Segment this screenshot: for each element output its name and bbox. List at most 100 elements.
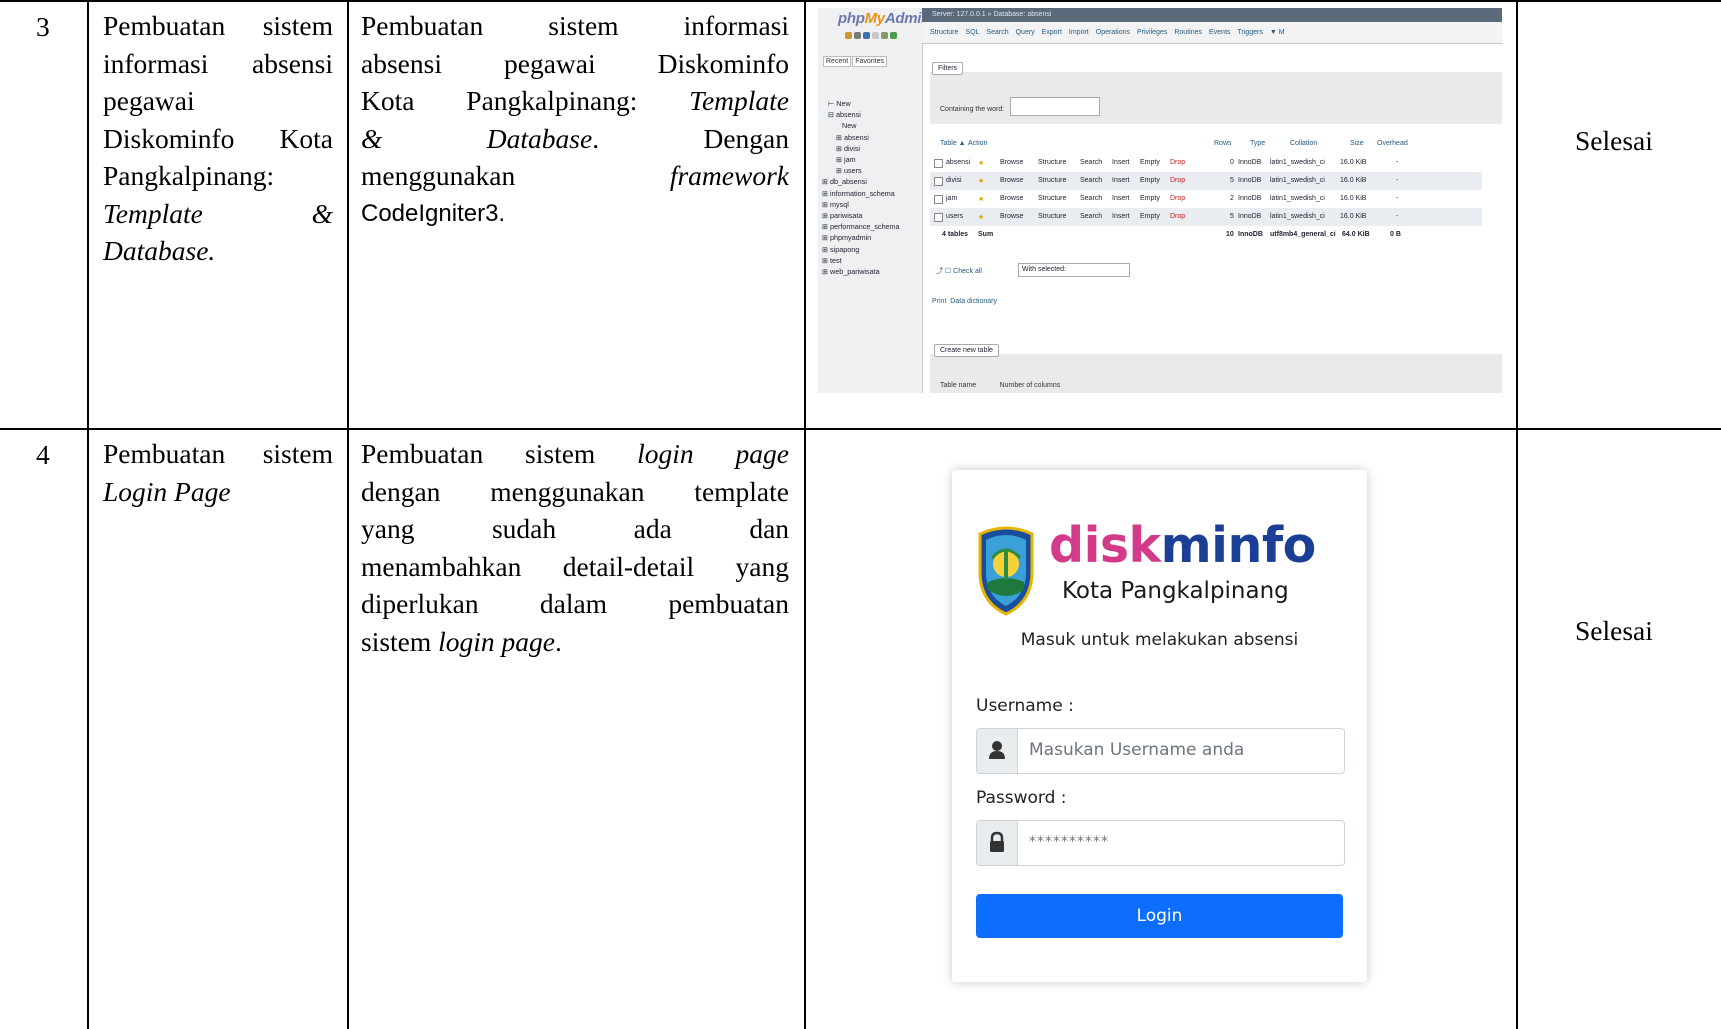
browse-link[interactable]: Browse xyxy=(1000,213,1023,220)
tree-item[interactable]: ⊞ pariwisata xyxy=(822,210,900,221)
star-icon[interactable]: ★ xyxy=(978,195,984,203)
empty-link[interactable]: Empty xyxy=(1140,213,1160,220)
tab-routines[interactable]: Routines xyxy=(1174,29,1202,36)
tree-item[interactable]: ⊞ mysql xyxy=(822,199,900,210)
exit-icon[interactable] xyxy=(854,32,861,39)
row-checkbox[interactable] xyxy=(934,177,943,186)
username-field[interactable]: Masukan Username anda xyxy=(976,728,1345,774)
tab-more[interactable]: ▼ M xyxy=(1270,29,1285,36)
diskominfo-wordmark: diskminfo xyxy=(1049,517,1316,574)
tab-sql[interactable]: SQL xyxy=(965,29,979,36)
search-link[interactable]: Search xyxy=(1080,177,1102,184)
tree-item[interactable]: ⊞ sipapong xyxy=(822,244,900,255)
settings-icon[interactable] xyxy=(881,32,888,39)
tree-item[interactable]: ⊞ web_pariwisata xyxy=(822,266,900,277)
browse-link[interactable]: Browse xyxy=(1000,159,1023,166)
empty-link[interactable]: Empty xyxy=(1140,177,1160,184)
tree-item[interactable]: ⊢ New xyxy=(822,98,900,109)
user-icon-addon xyxy=(977,729,1018,773)
tree-item[interactable]: ⊟ absensi xyxy=(822,109,900,120)
col-overhead[interactable]: Overhead xyxy=(1377,140,1408,147)
tab-export[interactable]: Export xyxy=(1042,29,1062,36)
tree-item[interactable]: ⊞ jam xyxy=(822,154,900,165)
col-size[interactable]: Size xyxy=(1350,140,1364,147)
col-type[interactable]: Type xyxy=(1250,140,1265,147)
col-rows[interactable]: Rows xyxy=(1214,140,1232,147)
pma-breadcrumb: Server: 127.0.0.1 » Database: absensi xyxy=(922,8,1502,22)
desc-line: & Database. Dengan xyxy=(361,120,789,158)
col-border-2 xyxy=(347,0,349,1029)
star-icon[interactable]: ★ xyxy=(978,177,984,185)
structure-link[interactable]: Structure xyxy=(1038,177,1066,184)
col-collation[interactable]: Collation xyxy=(1290,140,1317,147)
row-checkbox[interactable] xyxy=(934,159,943,168)
tab-query[interactable]: Query xyxy=(1016,29,1035,36)
tree-item[interactable]: ⊞ test xyxy=(822,255,900,266)
tree-item[interactable]: New xyxy=(822,120,900,131)
desc-word: . xyxy=(555,625,562,657)
tab-structure[interactable]: Structure xyxy=(930,29,958,36)
print-link[interactable]: Print xyxy=(932,298,946,305)
empty-link[interactable]: Empty xyxy=(1140,195,1160,202)
tree-item[interactable]: ⊞ performance_schema xyxy=(822,221,900,232)
tab-privileges[interactable]: Privileges xyxy=(1137,29,1167,36)
status-text: Selesai xyxy=(1575,125,1653,156)
tab-triggers[interactable]: Triggers xyxy=(1237,29,1262,36)
size: 16.0 KiB xyxy=(1340,177,1367,184)
data-dictionary-link[interactable]: Data dictionary xyxy=(950,298,997,305)
col-border-1 xyxy=(87,0,89,1029)
tab-import[interactable]: Import xyxy=(1069,29,1089,36)
table-name[interactable]: jam xyxy=(946,195,957,202)
table-name[interactable]: divisi xyxy=(946,177,962,184)
tab-recent[interactable]: Recent xyxy=(823,56,852,67)
tree-item[interactable]: ⊞ users xyxy=(822,165,900,176)
insert-link[interactable]: Insert xyxy=(1112,213,1130,220)
search-link[interactable]: Search xyxy=(1080,195,1102,202)
insert-link[interactable]: Insert xyxy=(1112,159,1130,166)
browse-link[interactable]: Browse xyxy=(1000,177,1023,184)
copy-icon[interactable] xyxy=(872,32,879,39)
search-link[interactable]: Search xyxy=(1080,159,1102,166)
drop-link[interactable]: Drop xyxy=(1170,195,1185,202)
empty-link[interactable]: Empty xyxy=(1140,159,1160,166)
tree-item[interactable]: ⊞ db_absensi xyxy=(822,176,900,187)
tree-item[interactable]: ⊞ phpmyadmin xyxy=(822,232,900,243)
task-cell: Pembuatan sistem informasi absensi pegaw… xyxy=(103,7,333,270)
tree-item[interactable]: ⊞ information_schema xyxy=(822,188,900,199)
table-name[interactable]: absensi xyxy=(946,159,970,166)
check-all[interactable]: ⤴ ☐ Check all xyxy=(936,266,982,276)
drop-link[interactable]: Drop xyxy=(1170,177,1185,184)
reload-icon[interactable] xyxy=(890,32,897,39)
login-button[interactable]: Login xyxy=(976,894,1343,938)
structure-link[interactable]: Structure xyxy=(1038,213,1066,220)
tab-search[interactable]: Search xyxy=(986,29,1008,36)
col-table[interactable]: Table ▲ xyxy=(940,140,966,147)
password-field[interactable]: ********** xyxy=(976,820,1345,866)
tree-item[interactable]: ⊞ divisi xyxy=(822,143,900,154)
insert-link[interactable]: Insert xyxy=(1112,195,1130,202)
structure-link[interactable]: Structure xyxy=(1038,195,1066,202)
tab-favorites[interactable]: Favorites xyxy=(852,56,887,67)
table-name[interactable]: users xyxy=(946,213,963,220)
star-icon[interactable]: ★ xyxy=(978,159,984,167)
row-checkbox[interactable] xyxy=(934,213,943,222)
star-icon[interactable]: ★ xyxy=(978,213,984,221)
docs-icon[interactable] xyxy=(863,32,870,39)
drop-link[interactable]: Drop xyxy=(1170,213,1185,220)
insert-link[interactable]: Insert xyxy=(1112,177,1130,184)
search-link[interactable]: Search xyxy=(1080,213,1102,220)
tree-item[interactable]: ⊞ absensi xyxy=(822,132,900,143)
filter-input[interactable] xyxy=(1010,97,1100,116)
row-checkbox[interactable] xyxy=(934,195,943,204)
home-icon[interactable] xyxy=(845,32,852,39)
with-selected-dropdown[interactable]: With selected: xyxy=(1018,263,1130,277)
task-italic: Template xyxy=(103,197,203,229)
structure-link[interactable]: Structure xyxy=(1038,159,1066,166)
create-table-legend: Create new table xyxy=(934,344,999,357)
browse-link[interactable]: Browse xyxy=(1000,195,1023,202)
desc-word: yang xyxy=(361,513,415,544)
collation: latin1_swedish_ci xyxy=(1270,195,1325,202)
tab-operations[interactable]: Operations xyxy=(1096,29,1130,36)
drop-link[interactable]: Drop xyxy=(1170,159,1185,166)
tab-events[interactable]: Events xyxy=(1209,29,1230,36)
